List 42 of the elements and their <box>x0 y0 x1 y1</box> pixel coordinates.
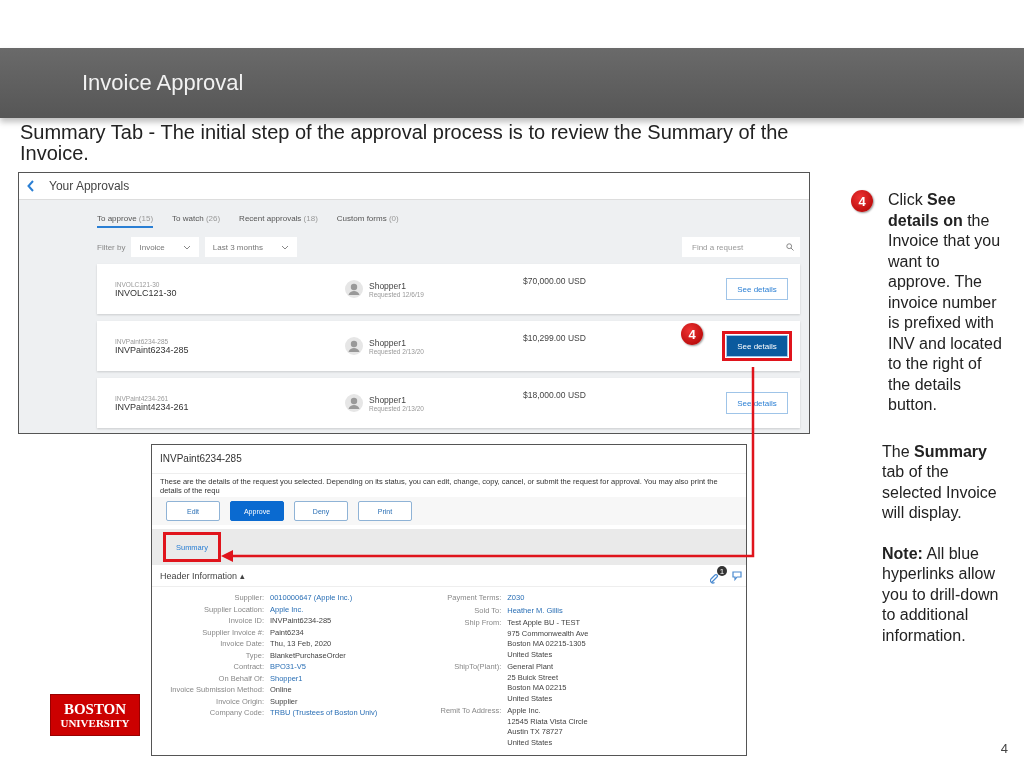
back-icon[interactable] <box>27 180 35 192</box>
search-icon <box>786 243 794 251</box>
invoice-title: INVPaint6234-285 <box>152 445 746 474</box>
filter-dropdown[interactable]: Invoice <box>131 237 199 257</box>
requester-name: Shopper1 <box>369 394 407 405</box>
requester-name: Shopper1 <box>369 337 407 348</box>
section-title: Header Information <box>160 571 238 581</box>
page-title: Your Approvals <box>49 179 130 193</box>
instruction-text: Click See details on the Invoice that you want to approve. The invoice number is prefixed with INV and located to the right of the details button. <box>888 190 1003 415</box>
tab[interactable]: To watch (26) <box>172 214 221 228</box>
chevron-down-icon <box>182 244 191 250</box>
amount: $10,299.00 USD <box>523 333 586 343</box>
logo-text: UNIVERSITY <box>60 716 130 729</box>
avatar-icon <box>345 337 363 355</box>
filter-label: Filter by <box>97 242 126 252</box>
requester-name: Shopper1 <box>369 280 407 291</box>
search-field[interactable]: Find a request <box>682 237 800 257</box>
comment-icon[interactable] <box>732 571 742 581</box>
request-id: INVPaint6234-285 <box>115 344 190 355</box>
instruction-text: Note: All blue hyperlinks allow you to drill-down to additional information. <box>882 543 1000 646</box>
see-details-button[interactable]: See details <box>726 335 788 358</box>
avatar-icon <box>345 280 363 298</box>
see-details-button[interactable]: See details <box>726 278 788 301</box>
see-details-button[interactable]: See details <box>726 392 788 415</box>
page-number: 4 <box>1000 741 1008 756</box>
request-id: INVOLC121-30 <box>115 287 178 298</box>
tab[interactable]: Recent approvals (18) <box>239 214 318 228</box>
tab[interactable]: Custom forms (0) <box>336 214 399 228</box>
tab[interactable]: To approve (15) <box>97 214 154 228</box>
amount: $18,000.00 USD <box>523 390 586 400</box>
instruction-text: The Summary tab of the selected Invoice will display. <box>882 441 998 523</box>
avatar-icon <box>345 394 363 412</box>
chevron-down-icon <box>281 244 290 250</box>
slide-title: Invoice Approval <box>82 70 244 96</box>
filter-dropdown[interactable]: Last 3 months <box>204 237 298 257</box>
step-badge: 4 <box>851 190 873 212</box>
request-id: INVPaint4234-261 <box>115 401 190 412</box>
collapse-toggle[interactable]: ▴ <box>240 571 246 581</box>
subtitle: Summary Tab - The initial step of the approval process is to review the Summary of the Invoice. <box>20 122 790 164</box>
logo-text: BOSTON <box>63 701 127 717</box>
step-badge: 4 <box>681 323 703 345</box>
amount: $70,000.00 USD <box>523 276 586 286</box>
